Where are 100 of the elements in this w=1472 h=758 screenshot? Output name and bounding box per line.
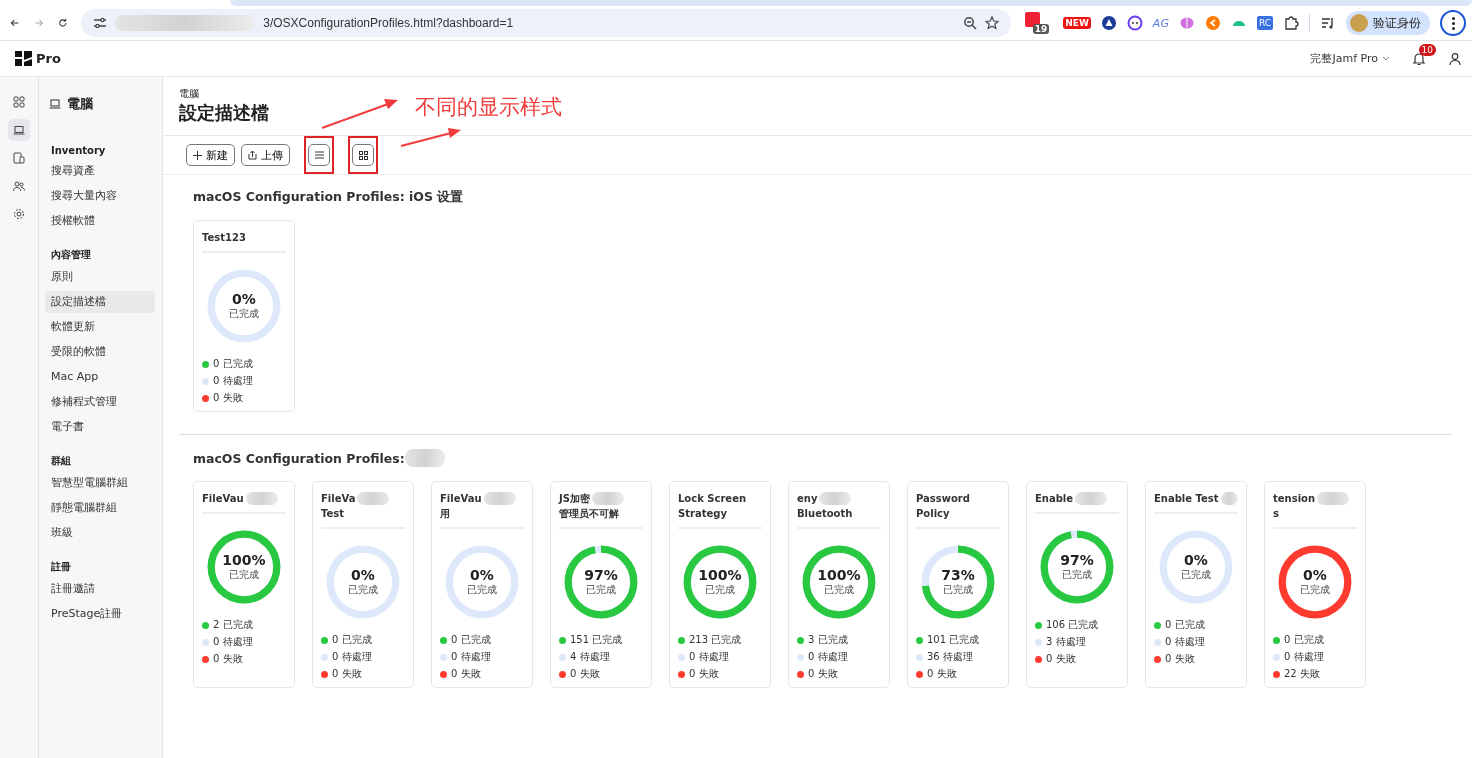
pending-dot [797,653,804,661]
sidebar-item[interactable]: 受限的軟體 [45,341,155,363]
profile-card[interactable]: FileVau 用 0% 已完成 0 已完成 0 待處理 0 失敗 [431,481,533,688]
done-dot [678,636,685,644]
status-count: 0 待處理 [213,635,253,649]
chevron-icon [1382,55,1390,62]
status-count: 101 已完成 [927,633,980,647]
profile-card[interactable]: Password Policy 73% 已完成 101 已完成 36 待處理 0 失敗 [907,481,1009,688]
status-count: 0 失敗 [570,667,600,681]
percent-caption: 已完成 [229,306,259,321]
status-count: 213 已完成 [689,633,742,647]
breadcrumb[interactable]: 電腦 [179,87,199,101]
profile-card[interactable]: JS加密 管理员不可解 97% 已完成 151 已完成 4 待處理 0 失敗 [550,481,652,688]
sidebar-item[interactable]: 搜尋大量內容 [45,185,155,207]
status-count: 0 已完成 [213,357,253,371]
card-title: tension [1273,492,1316,506]
card-title: Enable Test [1154,492,1219,506]
logo-icon [15,51,32,66]
status-count: 0 待處理 [213,374,253,388]
settings-icon [13,208,25,220]
profile-card[interactable]: tension s 0% 已完成 0 已完成 0 待處理 22 失敗 [1264,481,1366,688]
sidebar-item[interactable]: 班級 [45,522,155,544]
chevron-extension-icon[interactable] [1204,15,1221,31]
instance-selector[interactable]: 完整Jamf Pro [1310,51,1390,66]
grid-view-button[interactable] [352,144,374,166]
menu-icon[interactable] [1440,10,1466,36]
sidebar-item[interactable]: 靜態電腦群組 [45,497,155,519]
media-icon[interactable] [1320,15,1336,31]
pending-dot [1154,638,1161,646]
status-count: 0 失敗 [332,667,362,681]
percent-value: 97% [584,567,618,583]
percent-value: 100% [222,552,266,568]
percent-caption: 已完成 [824,582,854,597]
sidebar-item[interactable]: Mac App [45,366,155,388]
profile-card[interactable]: eny Bluetooth 100% 已完成 3 已完成 0 待處理 0 失敗 [788,481,890,688]
sidebar-item[interactable]: 軟體更新 [45,316,155,338]
url-text: 3/OSXConfigurationProfiles.html?dashboard=1 [263,16,514,30]
new-button[interactable]: 新建 [186,144,235,166]
page-title: 設定描述檔 [179,101,269,125]
sidebar-item[interactable]: 授權軟體 [45,210,155,232]
done-dot [321,636,328,644]
avatar-icon [1350,14,1368,32]
address-bar[interactable]: 3/OSXConfigurationProfiles.html?dashboard=1 [81,9,1012,37]
failed-dot [440,670,447,678]
grid-icon [358,150,368,160]
sidebar-item[interactable]: 原則 [45,266,155,288]
card-title: FileVau [440,492,482,506]
extension-icon[interactable]: AG [1152,16,1169,30]
status-count: 3 已完成 [808,633,848,647]
card-title: Lock Screen [678,492,747,506]
sidebar-item[interactable]: 電子書 [45,416,155,438]
upload-icon [248,150,257,160]
status-count: 0 待處理 [451,650,491,664]
pending-dot [202,638,209,646]
percent-caption: 已完成 [467,582,497,597]
extension-icon[interactable]: RC [1256,16,1273,30]
user-icon[interactable] [1448,51,1462,66]
sidebar-item[interactable]: 設定描述檔 [45,291,155,313]
profile-card[interactable]: Lock Screen Strategy 100% 已完成 213 已完成 0 待處理 0 失敗 [669,481,771,688]
percent-caption: 已完成 [1181,567,1211,582]
puzzle-icon[interactable] [1283,15,1299,31]
bell-icon[interactable] [1412,51,1426,66]
devices-icon [13,152,25,164]
profile-button[interactable]: 验证身份 [1346,11,1430,35]
zoom-icon[interactable] [963,16,978,30]
sidebar-item[interactable]: 註冊邀請 [45,578,155,600]
sidebar-item[interactable]: 修補程式管理 [45,391,155,413]
face-extension-icon[interactable] [1126,15,1143,31]
annotation-text: 不同的显示样式 [415,94,562,121]
site-settings-icon[interactable] [93,17,108,29]
percent-caption: 已完成 [229,567,259,582]
profile-card[interactable]: FileVa Test 0% 已完成 0 已完成 0 待處理 0 失敗 [312,481,414,688]
percent-value: 100% [698,567,742,583]
new-extension-icon[interactable]: NEW [1063,17,1091,29]
percent-caption: 已完成 [943,582,973,597]
laptop-icon [13,124,25,136]
upload-button[interactable]: 上傳 [241,144,290,166]
list-view-button[interactable] [308,144,330,166]
reload-icon[interactable] [57,16,68,30]
profile-card[interactable]: Enable 97% 已完成 106 已完成 3 待處理 0 失敗 [1026,481,1128,688]
sidebar-item[interactable]: 智慧型電腦群組 [45,472,155,494]
failed-dot [678,670,685,678]
percent-value: 73% [941,567,975,583]
pending-dot [440,653,447,661]
profile-card[interactable]: Test123 0% 已完成 0 已完成 0 待處理 0 失敗 [193,220,295,412]
star-icon[interactable] [985,16,1000,30]
brain-extension-icon[interactable] [1178,15,1195,31]
percent-value: 0% [1184,552,1208,568]
done-dot [1035,621,1042,629]
triangle-extension-icon[interactable] [1100,15,1117,31]
sidebar-item[interactable]: 搜尋資產 [45,160,155,182]
failed-dot [202,655,209,663]
failed-dot [321,670,328,678]
sidebar-item[interactable]: PreStage註冊 [45,603,155,625]
sidebar-title: 電腦 [67,95,93,113]
card-title: 用 [440,507,450,521]
sidebar-heading: 註冊 [50,560,72,574]
computer-nav-button[interactable] [8,119,30,141]
profile-card[interactable]: Enable Test 0% 已完成 0 已完成 0 待處理 0 失敗 [1145,481,1247,688]
profile-card[interactable]: FileVau 100% 已完成 2 已完成 0 待處理 0 失敗 [193,481,295,688]
